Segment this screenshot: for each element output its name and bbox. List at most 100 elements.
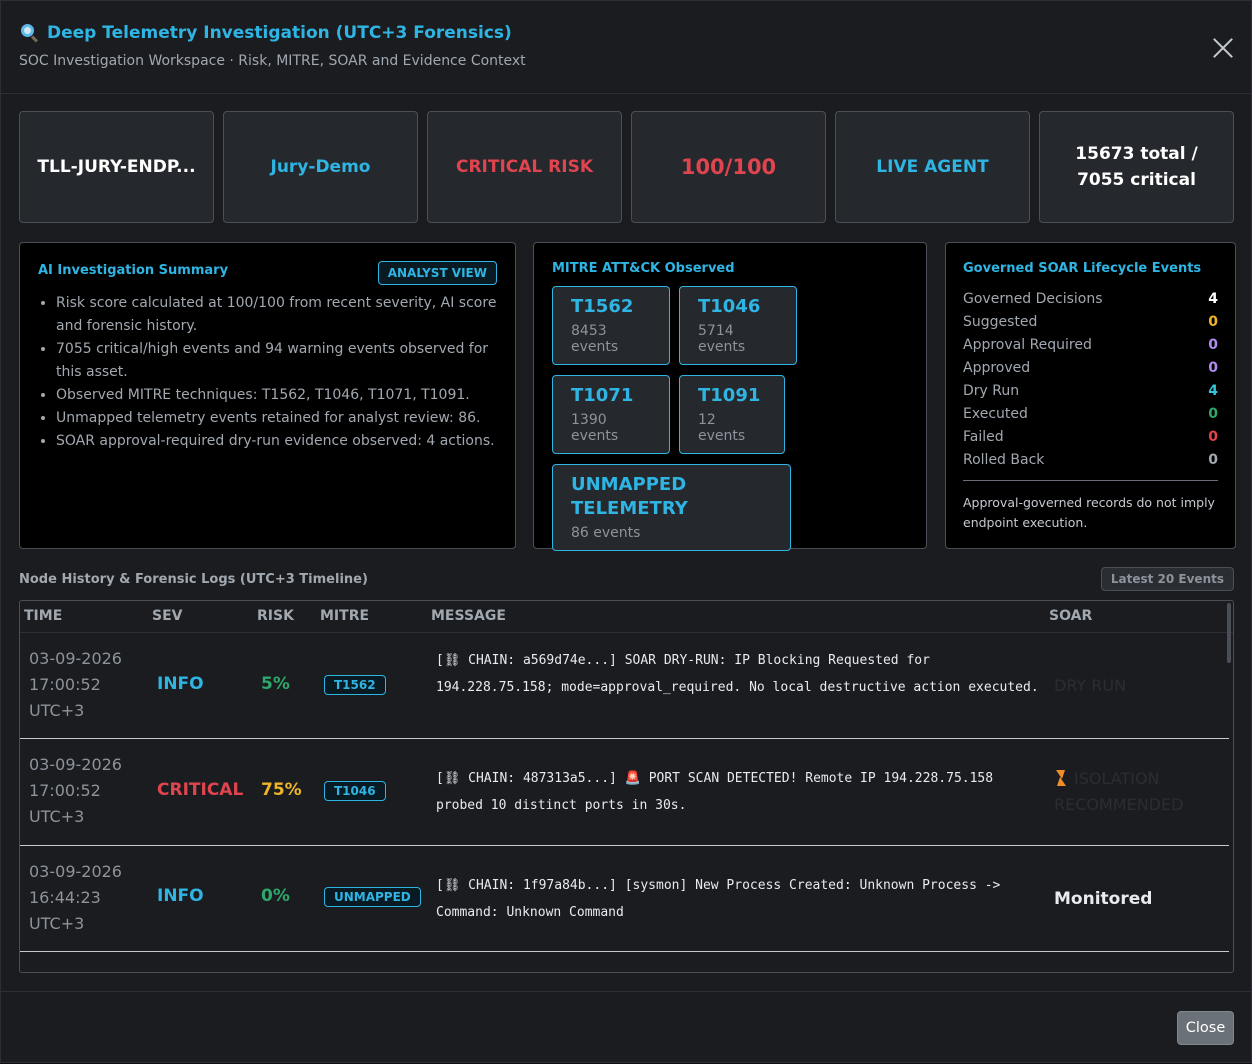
stat-risk-score: 100/100 — [631, 111, 826, 223]
row-time: 03-09-2026 16:44:23 UTC+3 — [29, 859, 139, 937]
row-tz: UTC+3 — [29, 914, 85, 933]
soar-row-value: 0 — [1208, 360, 1218, 376]
table-scrollbar[interactable] — [1227, 603, 1231, 663]
row-message: [⛓ CHAIN: 487313a5...] 🚨 PORT SCAN DETEC… — [436, 771, 994, 813]
technique-card-t1562[interactable]: T1562 8453 events — [552, 286, 670, 365]
row-risk: 0% — [261, 886, 290, 906]
soar-row-value: 0 — [1208, 337, 1218, 353]
ai-summary-list: Risk score calculated at 100/100 from re… — [38, 292, 497, 453]
row-date: 03-09-2026 — [29, 755, 122, 774]
technique-count: 5714 events — [698, 323, 746, 355]
row-mitre-tag[interactable]: T1562 — [324, 675, 386, 695]
close-button[interactable]: Close — [1177, 1011, 1234, 1045]
ai-summary-panel: AI Investigation Summary ANALYST VIEW Ri… — [19, 242, 516, 549]
col-sev: SEV — [152, 608, 183, 624]
list-item: Observed MITRE techniques: T1562, T1046,… — [56, 384, 497, 407]
row-time: 03-09-2026 17:00:52 UTC+3 — [29, 752, 139, 830]
row-tz: UTC+3 — [29, 701, 85, 720]
stat-agent-status: LIVE AGENT — [835, 111, 1030, 223]
soar-row: Approved 0 — [963, 357, 1218, 380]
row-soar-text: ISOLATION RECOMMENDED — [1054, 769, 1184, 814]
history-header: Node History & Forensic Logs (UTC+3 Time… — [19, 567, 1234, 591]
list-item: 7055 critical/high events and 94 warning… — [56, 338, 497, 384]
mitre-technique-grid: T1562 8453 events T1046 5714 events T107… — [552, 286, 908, 551]
analyst-view-button[interactable]: ANALYST VIEW — [377, 261, 497, 285]
row-message: [⛓ CHAIN: 1f97a84b...] [sysmon] New Proc… — [436, 878, 1001, 920]
soar-row-label: Approval Required — [963, 337, 1092, 353]
row-soar-status: ISOLATION RECOMMENDED — [1054, 766, 1204, 818]
modal-subtitle: SOC Investigation Workspace · Risk, MITR… — [19, 53, 526, 69]
soar-row: Approval Required 0 — [963, 334, 1218, 357]
technique-code: T1046 — [698, 296, 761, 317]
soar-row-label: Governed Decisions — [963, 291, 1103, 307]
col-soar: SOAR — [1049, 608, 1093, 624]
table-row[interactable]: 03-09-2026 17:00:52 UTC+3 INFO 5% T1562 … — [20, 633, 1229, 739]
technique-card-t1071[interactable]: T1071 1390 events — [552, 375, 670, 454]
soar-title: Governed SOAR Lifecycle Events — [963, 261, 1202, 276]
soar-row-label: Failed — [963, 429, 1004, 445]
soar-row: Failed 0 — [963, 426, 1218, 449]
soar-row-label: Executed — [963, 406, 1028, 422]
row-tz: UTC+3 — [29, 807, 85, 826]
list-item: Unmapped telemetry events retained for a… — [56, 407, 497, 430]
soar-row: Suggested 0 — [963, 311, 1218, 334]
lightning-icon — [1054, 770, 1066, 786]
soar-row: Dry Run 4 — [963, 380, 1218, 403]
soar-row-value: 0 — [1208, 406, 1218, 422]
stat-group: Jury-Demo — [223, 111, 418, 223]
soar-row-value: 0 — [1208, 452, 1218, 468]
soar-row-value: 0 — [1208, 314, 1218, 330]
history-title: Node History & Forensic Logs (UTC+3 Time… — [19, 572, 368, 587]
stat-cards: TLL-JURY-ENDP... Jury-Demo CRITICAL RISK… — [19, 111, 1234, 223]
soar-row-label: Dry Run — [963, 383, 1020, 399]
modal-title: Deep Telemetry Investigation (UTC+3 Fore… — [47, 23, 512, 43]
row-clock: 17:00:52 — [29, 675, 101, 694]
row-soar-status: Monitored — [1054, 889, 1153, 909]
close-icon[interactable] — [1211, 36, 1235, 60]
row-risk: 75% — [261, 780, 302, 800]
partial-row-date: 03-09-2026 — [29, 969, 122, 972]
soar-row-label: Approved — [963, 360, 1031, 376]
col-risk: RISK — [257, 608, 294, 624]
table-header: TIME SEV RISK MITRE MESSAGE SOAR — [20, 601, 1233, 633]
soar-row-label: Rolled Back — [963, 452, 1045, 468]
soar-divider — [963, 480, 1218, 481]
row-mitre-tag[interactable]: T1046 — [324, 781, 386, 801]
row-time: 03-09-2026 17:00:52 UTC+3 — [29, 646, 139, 724]
soar-row-value: 4 — [1208, 383, 1218, 399]
technique-card-unmapped[interactable]: UNMAPPED TELEMETRY 86 events — [552, 464, 791, 551]
technique-card-t1046[interactable]: T1046 5714 events — [679, 286, 797, 365]
col-message: MESSAGE — [431, 608, 506, 624]
row-clock: 17:00:52 — [29, 781, 101, 800]
row-mitre-tag[interactable]: UNMAPPED — [324, 887, 421, 907]
table-row[interactable]: 03-09-2026 17:00:52 UTC+3 CRITICAL 75% T… — [20, 739, 1229, 846]
row-soar-status: DRY RUN — [1054, 676, 1127, 695]
col-mitre: MITRE — [320, 608, 370, 624]
soar-row-value: 0 — [1208, 429, 1218, 445]
technique-count: 86 events — [571, 525, 641, 541]
soar-row: Rolled Back 0 — [963, 449, 1218, 472]
forensic-log-table[interactable]: TIME SEV RISK MITRE MESSAGE SOAR 03-09-2… — [19, 600, 1234, 973]
row-risk: 5% — [261, 674, 290, 694]
soar-row: Governed Decisions 4 — [963, 288, 1218, 311]
title-row: Deep Telemetry Investigation (UTC+3 Fore… — [19, 23, 1233, 43]
row-message: [⛓ CHAIN: a569d74e...] SOAR DRY-RUN: IP … — [436, 653, 1039, 695]
soar-note: Approval-governed records do not imply e… — [963, 495, 1215, 530]
soar-row-value: 4 — [1208, 291, 1218, 307]
row-severity: CRITICAL — [157, 780, 244, 800]
row-date: 03-09-2026 — [29, 862, 122, 881]
mitre-panel: MITRE ATT&CK Observed T1562 8453 events … — [533, 242, 927, 551]
modal-footer: Close — [1, 991, 1251, 1064]
analysis-panels: AI Investigation Summary ANALYST VIEW Ri… — [19, 242, 1236, 551]
soar-row-label: Suggested — [963, 314, 1038, 330]
technique-card-t1091[interactable]: T1091 12 events — [679, 375, 785, 454]
table-row[interactable]: 03-09-2026 16:44:23 UTC+3 INFO 0% UNMAPP… — [20, 846, 1229, 952]
row-severity: INFO — [157, 886, 204, 906]
mitre-title: MITRE ATT&CK Observed — [552, 261, 735, 276]
list-item: Risk score calculated at 100/100 from re… — [56, 292, 497, 338]
soar-lifecycle-list: Governed Decisions 4 Suggested 0 Approval Re… — [963, 288, 1218, 472]
stat-event-counts: 15673 total / 7055 critical — [1039, 111, 1234, 223]
technique-code: UNMAPPED TELEMETRY — [571, 474, 688, 519]
soar-row: Executed 0 — [963, 403, 1218, 426]
technique-count: 8453 events — [571, 323, 619, 355]
